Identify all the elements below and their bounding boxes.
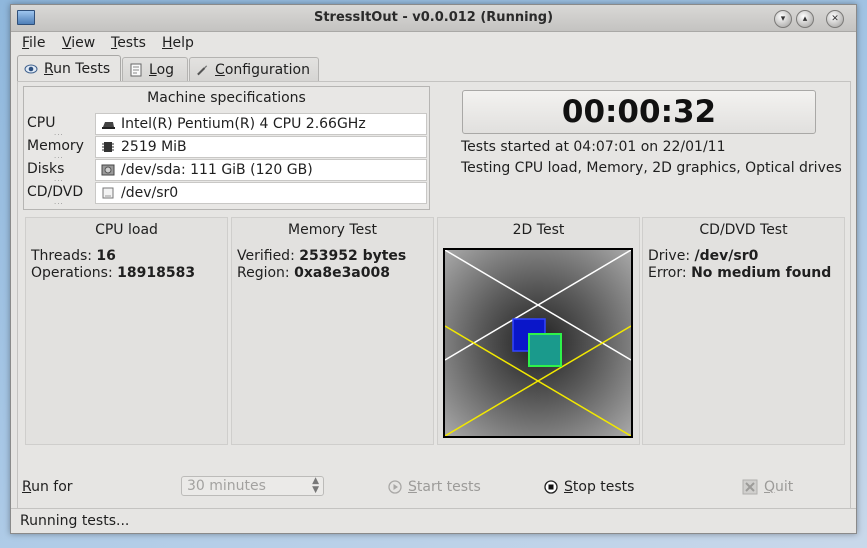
- document-icon: [130, 63, 142, 76]
- menu-tests[interactable]: Tests: [111, 35, 146, 51]
- window-maximize-button[interactable]: ▴: [796, 10, 814, 28]
- window-close-button[interactable]: ✕: [826, 10, 844, 28]
- teal-square: [528, 333, 562, 367]
- separator-dots: ...: [54, 198, 64, 206]
- harddisk-icon: [101, 164, 115, 176]
- memory-test-panel: Memory Test Verified: 253952 bytes Regio…: [231, 217, 434, 445]
- spec-value-memory: 2519 MiB: [95, 136, 427, 158]
- verified-value: 253952 bytes: [299, 248, 407, 264]
- run-for-label: Run for: [22, 479, 73, 495]
- spec-row-cddvd: CD/DVD ... /dev/sr0: [24, 182, 429, 206]
- spec-row-cpu: CPU ... Intel(R) Pentium(R) 4 CPU 2.66GH…: [24, 113, 429, 137]
- spec-row-disks: Disks ... /dev/sda: 111 GiB (120 GB): [24, 159, 429, 183]
- title-bar[interactable]: StressItOut - v0.0.012 (Running) ▾ ▴ ✕: [11, 5, 856, 32]
- cddvd-test-title: CD/DVD Test: [699, 222, 788, 238]
- window-menu-button[interactable]: ▾: [774, 10, 792, 28]
- tab-bar: Run Tests Log Configuration: [11, 55, 856, 82]
- play-icon: [388, 480, 402, 494]
- eye-icon: [24, 64, 38, 74]
- operations-value: 18918583: [117, 265, 196, 281]
- cpu-load-panel: CPU load Threads: 16 Operations: 1891858…: [25, 217, 228, 445]
- cpu-load-stats: Threads: 16 Operations: 18918583: [31, 248, 196, 281]
- cpu-load-title: CPU load: [95, 222, 158, 238]
- specs-title: Machine specifications: [147, 90, 306, 106]
- quit-button[interactable]: Quit: [742, 479, 793, 495]
- status-bar: Running tests...: [11, 508, 856, 533]
- drive-value: /dev/sr0: [694, 248, 759, 264]
- test-2d-canvas: [443, 248, 633, 438]
- memory-test-stats: Verified: 253952 bytes Region: 0xa8e3a00…: [237, 248, 407, 281]
- test-2d-title: 2D Test: [512, 222, 565, 238]
- cpu-icon: [102, 122, 115, 129]
- tab-log[interactable]: Log: [122, 57, 188, 81]
- error-value: No medium found: [691, 265, 832, 281]
- machine-specifications-group: Machine specifications CPU ... Intel(R) …: [23, 86, 430, 210]
- menu-file[interactable]: File: [22, 35, 45, 51]
- spec-value-cpu: Intel(R) Pentium(R) 4 CPU 2.66GHz: [95, 113, 427, 135]
- optical-drive-icon: [102, 187, 114, 199]
- menu-view[interactable]: View: [62, 35, 95, 51]
- stop-icon: [544, 480, 558, 494]
- tab-run-tests[interactable]: Run Tests: [17, 55, 121, 82]
- spec-label: CPU: [27, 115, 56, 131]
- test-2d-panel: 2D Test: [437, 217, 640, 445]
- memory-chip-icon: [102, 142, 114, 152]
- menu-bar: File View Tests Help: [11, 32, 856, 54]
- window-title: StressItOut - v0.0.012 (Running): [313, 10, 554, 25]
- cddvd-test-panel: CD/DVD Test Drive: /dev/sr0 Error: No me…: [642, 217, 845, 445]
- spin-arrows-icon: ▲ ▼: [312, 476, 319, 495]
- run-duration-select[interactable]: 30 minutes ▲ ▼: [181, 476, 324, 496]
- spec-row-memory: Memory ... 2519 MiB: [24, 136, 429, 160]
- spec-value-cddvd: /dev/sr0: [95, 182, 427, 204]
- menu-help[interactable]: Help: [162, 35, 194, 51]
- start-tests-button[interactable]: Start tests: [388, 479, 481, 495]
- threads-value: 16: [96, 248, 116, 264]
- tab-configuration[interactable]: Configuration: [189, 57, 319, 81]
- app-window: StressItOut - v0.0.012 (Running) ▾ ▴ ✕ F…: [10, 4, 857, 534]
- run-tests-page: Machine specifications CPU ... Intel(R) …: [17, 81, 851, 509]
- stop-tests-button[interactable]: Stop tests: [544, 479, 634, 495]
- testing-summary-text: Testing CPU load, Memory, 2D graphics, O…: [461, 160, 842, 176]
- spec-value-disks: /dev/sda: 111 GiB (120 GB): [95, 159, 427, 181]
- control-bar: Run for 30 minutes ▲ ▼ Start tests Stop t…: [11, 475, 856, 505]
- status-message: Running tests...: [20, 513, 130, 529]
- tests-started-text: Tests started at 04:07:01 on 22/01/11: [461, 139, 726, 155]
- elapsed-timer: 00:00:32: [462, 90, 816, 134]
- region-value: 0xa8e3a008: [294, 265, 390, 281]
- wrench-icon: [197, 64, 208, 75]
- memory-test-title: Memory Test: [288, 222, 377, 238]
- close-icon: [742, 479, 758, 495]
- cddvd-test-stats: Drive: /dev/sr0 Error: No medium found: [648, 248, 832, 281]
